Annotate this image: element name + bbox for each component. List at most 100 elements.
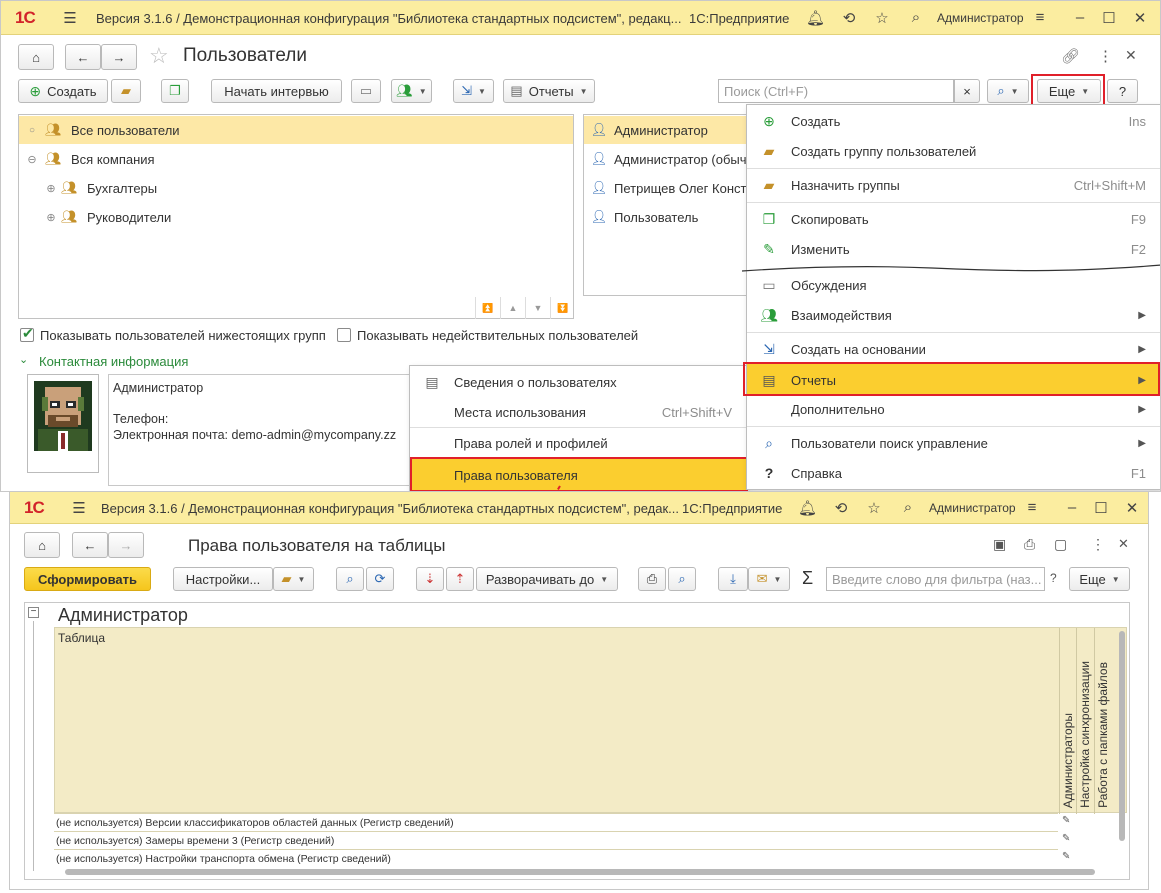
menu-icon[interactable]: ☰ (61, 9, 79, 27)
list-item[interactable]: 👤︎ Петрищев Олег Конст (584, 174, 752, 202)
generate-button[interactable]: Сформировать (24, 567, 151, 591)
bell-icon[interactable]: 🔔︎ (806, 9, 825, 27)
move-up-icon[interactable]: ▲ (500, 297, 525, 319)
tree-toggle[interactable]: ⊕ (41, 182, 61, 195)
find-button[interactable]: ⌕ (336, 567, 364, 591)
vertical-scrollbar[interactable] (1118, 627, 1126, 859)
move-bottom-icon[interactable]: ⏬ (550, 297, 575, 319)
move-down-icon[interactable]: ▼ (525, 297, 550, 319)
forward-button[interactable]: → (108, 532, 144, 558)
filter-input[interactable]: Введите слово для фильтра (наз... (826, 567, 1045, 591)
bell-icon[interactable]: 🔔︎ (798, 499, 817, 517)
settings-menu-icon[interactable]: ≡ (1023, 499, 1041, 516)
edit-pencil-icon[interactable]: ✎ (1062, 815, 1070, 826)
more-actions-icon[interactable]: ⋮ (1098, 47, 1113, 65)
sum-icon[interactable]: Σ (802, 568, 813, 589)
scrollbar-thumb[interactable] (65, 869, 1095, 875)
search-icon[interactable]: ⌕ (899, 499, 917, 516)
horizontal-scrollbar[interactable] (65, 868, 1115, 876)
menu-icon[interactable]: ☰ (70, 499, 88, 517)
create-based-on-button[interactable]: ⇲ ▼ (453, 79, 494, 103)
contact-email[interactable]: Электронная почта: demo-admin@mycompany.… (113, 428, 396, 442)
back-button[interactable]: ← (72, 532, 108, 558)
minimize-icon[interactable]: – (1063, 499, 1081, 516)
preview-icon[interactable]: ▢ (1054, 536, 1067, 553)
find-next-button[interactable]: ⟳ (366, 567, 394, 591)
submenu-item-role-rights[interactable]: Права ролей и профилей (410, 428, 746, 458)
show-invalid-users-checkbox[interactable] (337, 328, 351, 342)
list-item[interactable]: 👤︎ Пользователь (584, 203, 752, 231)
print-preview-button[interactable]: ⌕ (668, 567, 696, 591)
history-icon[interactable]: ⟲ (840, 9, 858, 27)
form-close-icon[interactable]: ✕ (1125, 47, 1137, 64)
chevron-down-icon[interactable]: ⌄ (19, 353, 28, 366)
print-icon[interactable]: ⎙ (1024, 536, 1035, 553)
show-invalid-users-label[interactable]: Показывать недействительных пользователе… (357, 328, 638, 343)
reports-button[interactable]: ▤ Отчеты ▼ (503, 79, 595, 103)
menu-item-assign-groups[interactable]: ▰ Назначить группы Ctrl+Shift+M (747, 170, 1160, 200)
history-icon[interactable]: ⟲ (832, 499, 850, 517)
variants-button[interactable]: ▰ ▼ (273, 567, 314, 591)
submenu-item-usage-places[interactable]: Места использования Ctrl+Shift+V (410, 397, 746, 427)
group-collapse-icon[interactable]: − (28, 607, 39, 618)
search-clear-button[interactable]: × (954, 79, 980, 103)
search-icon[interactable]: ⌕ (907, 9, 925, 26)
table-row[interactable]: (не используется) Версии классификаторов… (54, 813, 1058, 831)
submenu-item-user-info[interactable]: ▤ Сведения о пользователях (410, 367, 746, 397)
search-input[interactable]: Поиск (Ctrl+F) (718, 79, 954, 103)
favorite-star-icon[interactable]: ☆ (149, 43, 169, 69)
star-icon[interactable]: ☆ (865, 499, 883, 517)
link-icon[interactable]: 🔗︎ (1061, 47, 1080, 65)
interactions-button[interactable]: 👥︎ ▼ (391, 79, 432, 103)
maximize-icon[interactable]: ☐ (1100, 9, 1118, 27)
save-icon[interactable]: ▣ (993, 536, 1006, 553)
menu-item-create-group[interactable]: ▰ Создать группу пользователей (747, 136, 1160, 166)
settings-menu-icon[interactable]: ≡ (1031, 9, 1049, 26)
tree-toggle[interactable]: ⊖ (19, 153, 45, 166)
list-item[interactable]: 👤︎ Администратор (обыч (584, 145, 752, 173)
tree-row-accountants[interactable]: ⊕ 👥︎ Бухгалтеры (19, 174, 573, 202)
expand-button[interactable]: ⇡ (446, 567, 474, 591)
create-group-button[interactable]: ▰ (111, 79, 141, 103)
start-interview-button[interactable]: Начать интервью (211, 79, 342, 103)
scrollbar-thumb[interactable] (1119, 631, 1125, 841)
show-subgroup-users-label[interactable]: Показывать пользователей нижестоящих гру… (40, 328, 326, 343)
tree-row-company[interactable]: ⊖ 👥︎ Вся компания (19, 145, 573, 173)
menu-item-search-management[interactable]: ⌕ Пользователи поиск управление ▶ (747, 428, 1160, 458)
settings-button[interactable]: Настройки... (173, 567, 273, 591)
close-icon[interactable]: ✕ (1123, 499, 1141, 517)
send-email-button[interactable]: ✉ ▼ (748, 567, 790, 591)
discussions-button[interactable]: ▭ (351, 79, 381, 103)
export-button[interactable]: ⤓ (718, 567, 748, 591)
back-button[interactable]: ← (65, 44, 101, 70)
more-button[interactable]: Еще ▼ (1069, 567, 1130, 591)
edit-pencil-icon[interactable]: ✎ (1062, 851, 1070, 862)
menu-item-discussions[interactable]: ▭ Обсуждения (747, 270, 1160, 300)
help-button[interactable]: ? (1107, 79, 1138, 103)
forward-button[interactable]: → (101, 44, 137, 70)
show-subgroup-users-checkbox[interactable]: ✔ (20, 325, 34, 342)
edit-pencil-icon[interactable]: ✎ (1062, 833, 1070, 844)
menu-item-create[interactable]: ⊕ Создать Ins (747, 106, 1160, 136)
menu-item-copy[interactable]: ❐ Скопировать F9 (747, 204, 1160, 234)
menu-item-interactions[interactable]: 👥︎ Взаимодействия ▶ (747, 300, 1160, 330)
move-top-icon[interactable]: ⏫ (475, 297, 500, 319)
maximize-icon[interactable]: ☐ (1092, 499, 1110, 517)
copy-button[interactable]: ❐ (161, 79, 189, 103)
expand-to-button[interactable]: Разворачивать до ▼ (476, 567, 618, 591)
print-button[interactable]: ⎙ (638, 567, 666, 591)
tree-row-all-users[interactable]: ○ 👥︎ Все пользователи (19, 116, 573, 144)
create-button[interactable]: ⊕ Создать (18, 79, 108, 103)
table-row[interactable]: (не используется) Настройки транспорта о… (54, 849, 1058, 867)
minimize-icon[interactable]: – (1071, 9, 1089, 26)
more-actions-icon[interactable]: ⋮ (1091, 536, 1105, 553)
star-icon[interactable]: ☆ (873, 9, 891, 27)
list-item[interactable]: 👤︎ Администратор (584, 116, 752, 144)
home-button[interactable]: ⌂ (24, 532, 60, 558)
tree-row-managers[interactable]: ⊕ 👥︎ Руководители (19, 203, 573, 231)
close-icon[interactable]: ✕ (1131, 9, 1149, 27)
table-row[interactable]: (не используется) Замеры времени 3 (Реги… (54, 831, 1058, 849)
filter-help-icon[interactable]: ? (1050, 571, 1057, 585)
tree-toggle[interactable]: ⊕ (41, 211, 61, 224)
collapse-button[interactable]: ⇣ (416, 567, 444, 591)
